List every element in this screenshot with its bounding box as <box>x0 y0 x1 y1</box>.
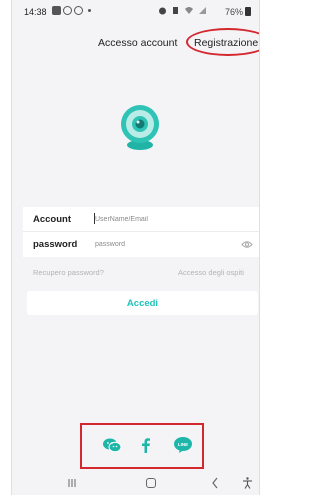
signal-icon <box>199 7 206 14</box>
login-button[interactable]: Accedi <box>27 291 258 315</box>
facebook-icon[interactable] <box>135 434 157 456</box>
battery-percent: 76% <box>224 7 243 17</box>
recents-icon[interactable] <box>67 478 77 488</box>
password-row: password <box>23 232 259 257</box>
system-icons <box>158 6 207 15</box>
status-bar: 14:38 76% <box>12 0 259 22</box>
chrome-notification-icon <box>74 6 83 15</box>
line-icon[interactable]: LINE <box>172 434 194 456</box>
register-link[interactable]: Registrazione <box>194 37 258 49</box>
password-input[interactable] <box>95 237 235 252</box>
system-nav-bar <box>12 472 259 495</box>
back-icon[interactable] <box>211 477 219 489</box>
guest-access-link[interactable]: Accesso degli ospiti <box>178 268 244 277</box>
vibrate-icon <box>173 7 178 14</box>
line-icon-text: LINE <box>178 442 188 447</box>
accessibility-icon[interactable] <box>242 477 253 489</box>
login-form: Account password <box>23 207 259 257</box>
alarm-icon <box>159 7 166 15</box>
password-label: password <box>33 239 78 250</box>
notification-icons <box>52 6 91 15</box>
battery-icon <box>245 7 251 16</box>
wechat-icon[interactable] <box>101 434 123 456</box>
home-icon[interactable] <box>146 478 156 488</box>
app-screen: 14:38 76% Accesso account Registrazione <box>11 0 260 495</box>
page-title: Accesso account <box>98 37 178 49</box>
recover-password-link[interactable]: Recupero password? <box>33 268 104 277</box>
account-row: Account <box>23 207 259 232</box>
show-password-icon[interactable] <box>241 240 253 249</box>
whatsapp-notification-icon <box>63 6 72 15</box>
more-notifications-icon <box>88 9 91 12</box>
wifi-icon <box>185 7 193 14</box>
status-time: 14:38 <box>24 7 47 17</box>
account-input[interactable] <box>95 212 235 227</box>
email-notification-icon <box>52 6 61 15</box>
camera-logo-icon <box>121 105 159 150</box>
account-label: Account <box>33 214 71 225</box>
